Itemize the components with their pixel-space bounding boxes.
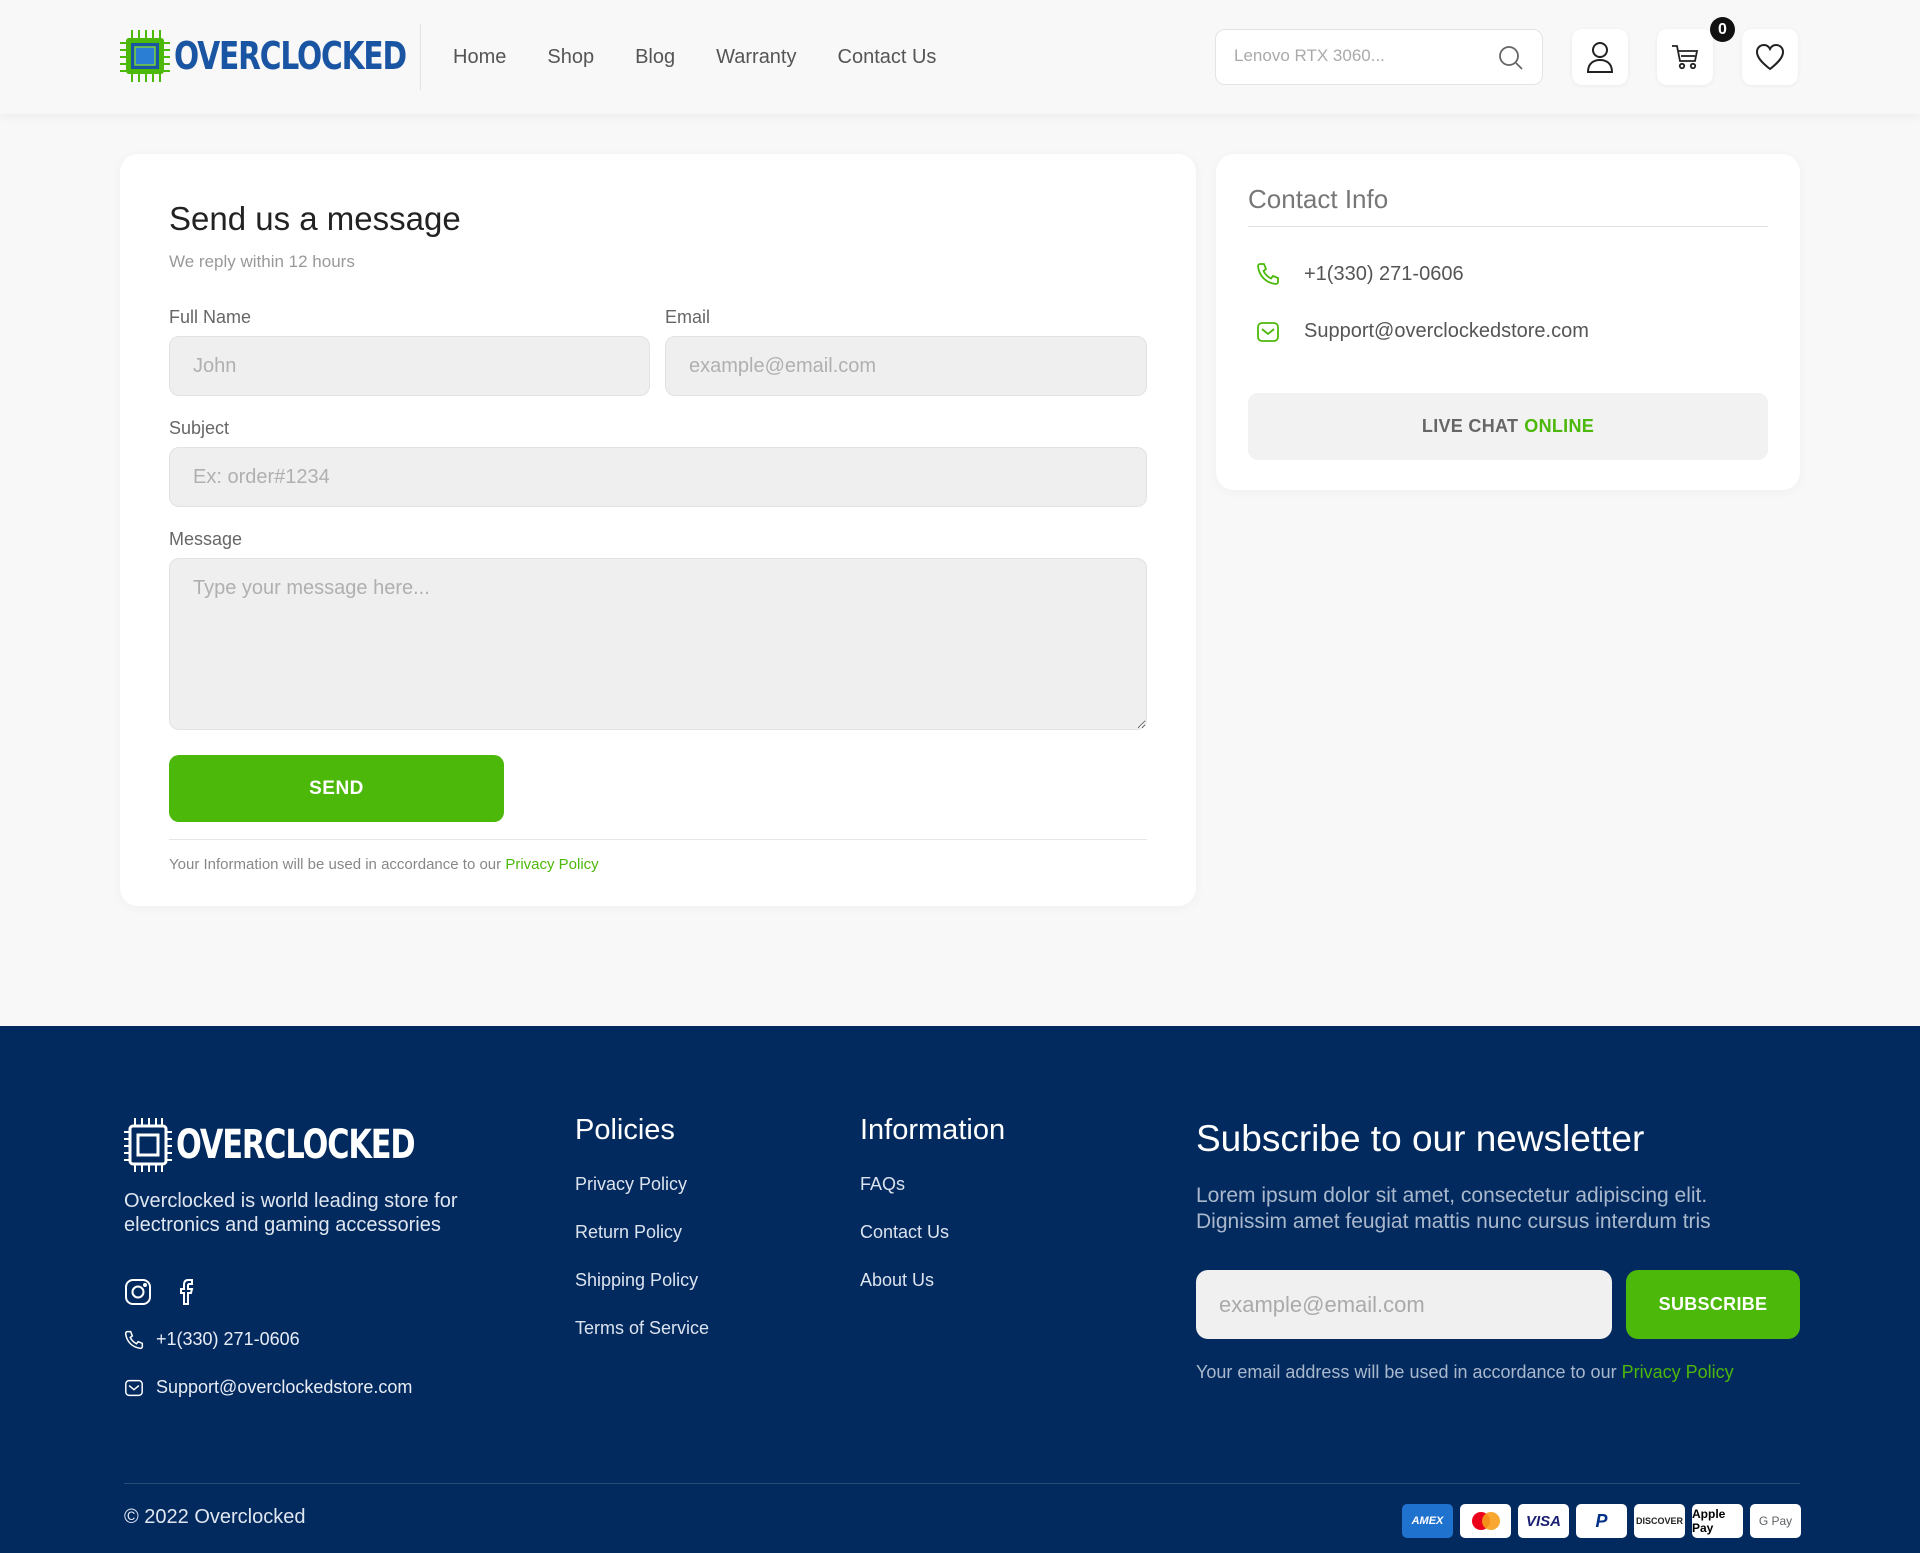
footer-email-text: Support@overclockedstore.com bbox=[156, 1377, 413, 1397]
nav-home[interactable]: Home bbox=[453, 46, 506, 69]
footer-divider bbox=[124, 1483, 1800, 1484]
footer-link-contact-us[interactable]: Contact Us bbox=[860, 1222, 949, 1243]
search-box bbox=[1215, 29, 1543, 85]
form-divider bbox=[169, 839, 1147, 840]
form-subtitle: We reply within 12 hours bbox=[169, 252, 355, 271]
account-button[interactable] bbox=[1572, 29, 1628, 85]
logo-wordmark: OVERCLOCKED bbox=[174, 34, 407, 78]
nav-blog[interactable]: Blog bbox=[635, 46, 675, 69]
amex-icon: AMEX bbox=[1402, 1504, 1453, 1538]
nav-contact-us[interactable]: Contact Us bbox=[838, 46, 937, 69]
full-name-label: Full Name bbox=[169, 307, 252, 327]
paypal-icon: P bbox=[1576, 1504, 1627, 1538]
chip-logo-icon bbox=[124, 1118, 172, 1172]
contact-email[interactable]: Support@overclockedstore.com bbox=[1256, 320, 1589, 343]
privacy-note-text: Your Information will be used in accorda… bbox=[169, 856, 502, 873]
cart-count-badge: 0 bbox=[1710, 17, 1735, 42]
facebook-icon[interactable] bbox=[174, 1278, 202, 1306]
footer-link-privacy-policy[interactable]: Privacy Policy bbox=[575, 1174, 687, 1195]
google-pay-icon: G Pay bbox=[1750, 1504, 1801, 1538]
contact-form-card: Send us a message We reply within 12 hou… bbox=[120, 154, 1196, 906]
footer-phone-text: +1(330) 271-0606 bbox=[156, 1329, 300, 1349]
discover-icon: DISCOVER bbox=[1634, 1504, 1685, 1538]
nav-shop[interactable]: Shop bbox=[547, 46, 594, 69]
newsletter-note-text: Your email address will be used in accor… bbox=[1196, 1362, 1617, 1382]
contact-info-card: Contact Info +1(330) 271-0606 Support@ov… bbox=[1216, 154, 1800, 490]
information-title: Information bbox=[860, 1114, 1006, 1146]
footer-link-shipping-policy[interactable]: Shipping Policy bbox=[575, 1270, 698, 1291]
contact-email-text: Support@overclockedstore.com bbox=[1304, 320, 1589, 342]
newsletter-email-input[interactable] bbox=[1196, 1270, 1612, 1339]
payment-methods: AMEX VISA P DISCOVER Apple Pay G Pay bbox=[1402, 1504, 1801, 1538]
form-title: Send us a message bbox=[169, 200, 461, 237]
user-icon bbox=[1586, 42, 1614, 73]
live-chat-label: LIVE CHAT bbox=[1421, 416, 1519, 436]
newsletter-title: Subscribe to our newsletter bbox=[1196, 1118, 1645, 1159]
mail-icon bbox=[1257, 321, 1279, 342]
full-name-field[interactable] bbox=[169, 336, 650, 396]
main-nav: Home Shop Blog Warranty Contact Us bbox=[453, 0, 977, 114]
footer-link-return-policy[interactable]: Return Policy bbox=[575, 1222, 682, 1243]
contact-phone[interactable]: +1(330) 271-0606 bbox=[1256, 262, 1464, 286]
subject-field[interactable] bbox=[169, 447, 1147, 507]
footer-phone[interactable]: +1(330) 271-0606 bbox=[124, 1329, 300, 1350]
visa-icon: VISA bbox=[1518, 1504, 1569, 1538]
apple-pay-icon: Apple Pay bbox=[1692, 1504, 1743, 1538]
message-label: Message bbox=[169, 529, 243, 549]
footer-link-faqs[interactable]: FAQs bbox=[860, 1174, 905, 1195]
send-button[interactable]: SEND bbox=[169, 755, 504, 822]
instagram-icon[interactable] bbox=[124, 1278, 152, 1306]
newsletter-privacy-link[interactable]: Privacy Policy bbox=[1622, 1362, 1734, 1382]
mastercard-icon bbox=[1460, 1504, 1511, 1538]
search-input[interactable] bbox=[1234, 46, 1474, 66]
policies-title: Policies bbox=[575, 1114, 675, 1146]
footer-link-terms-of-service[interactable]: Terms of Service bbox=[575, 1318, 709, 1339]
subject-label: Subject bbox=[169, 418, 230, 438]
footer-logo[interactable]: OVERCLOCKED bbox=[124, 1116, 490, 1174]
site-header: OVERCLOCKED Home Shop Blog Warranty Cont… bbox=[0, 0, 1920, 114]
email-label: Email bbox=[665, 307, 711, 327]
site-footer: OVERCLOCKED Overclocked is world leading… bbox=[0, 1026, 1920, 1553]
copyright: © 2022 Overclocked bbox=[124, 1506, 306, 1528]
privacy-note: Your Information will be used in accorda… bbox=[169, 856, 599, 873]
search-icon[interactable] bbox=[1498, 45, 1524, 71]
phone-icon bbox=[1257, 263, 1279, 285]
contact-info-title: Contact Info bbox=[1248, 184, 1389, 214]
header-divider bbox=[420, 24, 421, 90]
newsletter-text: Lorem ipsum dolor sit amet, consectetur … bbox=[1196, 1184, 1711, 1233]
phone-icon bbox=[124, 1330, 144, 1349]
footer-social bbox=[124, 1278, 202, 1306]
footer-logo-wordmark: OVERCLOCKED bbox=[176, 1122, 416, 1168]
footer-link-about-us[interactable]: About Us bbox=[860, 1270, 934, 1291]
live-chat-button[interactable]: LIVE CHAT ONLINE bbox=[1248, 393, 1768, 460]
live-chat-status: ONLINE bbox=[1524, 416, 1595, 436]
chip-logo-icon bbox=[120, 30, 170, 82]
wishlist-button[interactable] bbox=[1742, 29, 1798, 85]
cart-icon bbox=[1672, 45, 1699, 70]
newsletter-note: Your email address will be used in accor… bbox=[1196, 1362, 1734, 1383]
subscribe-button[interactable]: SUBSCRIBE bbox=[1626, 1270, 1800, 1339]
email-field[interactable] bbox=[665, 336, 1147, 396]
privacy-policy-link[interactable]: Privacy Policy bbox=[505, 856, 598, 873]
nav-warranty[interactable]: Warranty bbox=[716, 46, 796, 69]
message-textarea[interactable] bbox=[169, 558, 1147, 730]
logo[interactable]: OVERCLOCKED bbox=[120, 28, 471, 84]
cart-button[interactable] bbox=[1657, 29, 1713, 85]
heart-icon bbox=[1755, 43, 1785, 71]
contact-info-divider bbox=[1248, 226, 1768, 227]
contact-phone-text: +1(330) 271-0606 bbox=[1304, 262, 1464, 285]
footer-about: Overclocked is world leading store for e… bbox=[124, 1190, 458, 1236]
mail-icon bbox=[125, 1379, 143, 1396]
footer-email[interactable]: Support@overclockedstore.com bbox=[124, 1377, 412, 1398]
